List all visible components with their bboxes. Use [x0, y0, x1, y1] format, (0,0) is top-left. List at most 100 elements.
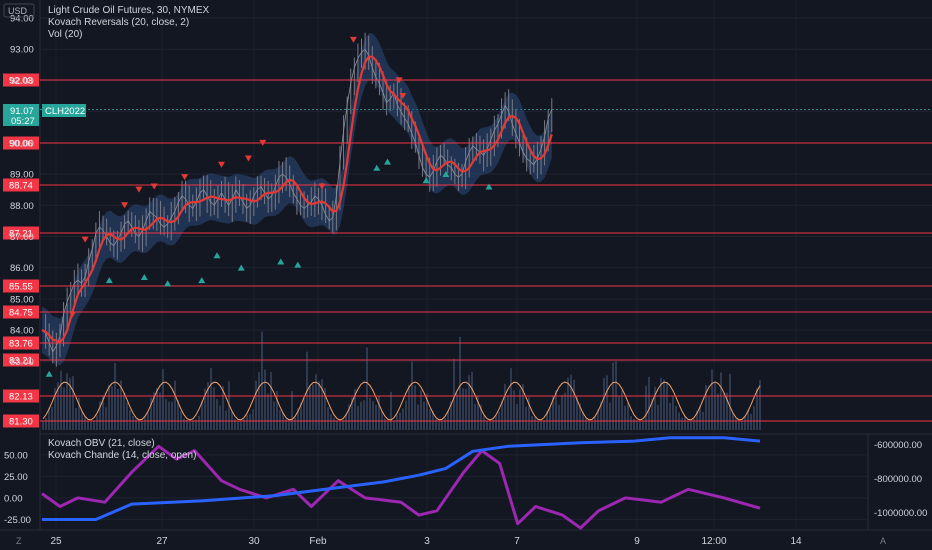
volume-bar [459, 336, 461, 430]
volume-bar [570, 374, 572, 430]
volume-bar [489, 421, 491, 430]
volume-bar [486, 420, 488, 430]
volume-bar [492, 420, 494, 430]
volume-bar [588, 421, 590, 430]
volume-bar [93, 420, 95, 430]
volume-bar [90, 421, 92, 430]
price-tick-label: 90.00 [10, 138, 34, 149]
volume-bar [594, 417, 596, 430]
volume-bar [333, 417, 335, 430]
chande-tick-label: 50.00 [4, 450, 28, 461]
volume-bar [603, 378, 605, 430]
level-tag-label: 82.13 [9, 392, 33, 403]
volume-bar [636, 420, 638, 430]
volume-bar [129, 410, 131, 430]
volume-bar [708, 396, 710, 430]
volume-bar [369, 397, 371, 430]
volume-bar [462, 388, 464, 430]
time-tick-label: 12:00 [701, 536, 726, 547]
level-tag-label: 83.76 [9, 339, 33, 350]
volume-bar [714, 383, 716, 430]
obv-tick-label: -1000000.00 [874, 508, 927, 519]
zoom-control-icon[interactable]: Z [16, 536, 22, 546]
volume-bar [456, 393, 458, 430]
volume-bar [483, 415, 485, 430]
volume-bar [396, 414, 398, 430]
volume-bar [363, 400, 365, 430]
volume-bar [288, 421, 290, 430]
volume-bar [87, 421, 89, 430]
volume-bar [255, 380, 257, 430]
volume-bar [192, 420, 194, 430]
volume-bar [693, 418, 695, 430]
volume-bar [159, 392, 161, 430]
price-tick-label: 88.00 [10, 201, 34, 212]
volume-bar [174, 380, 176, 430]
volume-bar [327, 407, 329, 430]
volume-bar [294, 417, 296, 430]
volume-bar [72, 376, 74, 430]
volume-bar [645, 385, 647, 430]
volume-bar [267, 393, 269, 430]
volume-bar [84, 416, 86, 430]
price-tick-label: 87.00 [10, 232, 34, 243]
volume-bar [96, 415, 98, 430]
volume-bar [675, 405, 677, 430]
volume-bar [609, 402, 611, 430]
time-tick-label: 25 [50, 536, 62, 547]
volume-bar [291, 391, 293, 430]
volume-bar [639, 421, 641, 430]
volume-bar [279, 410, 281, 430]
volume-bar [669, 402, 671, 430]
legend-kovach-obv: Kovach OBV (21, close) [48, 438, 155, 449]
symbol-label: CLH2022 [45, 106, 85, 117]
currency-label: USD [8, 6, 28, 16]
volume-bar [261, 331, 263, 430]
volume-bar [114, 363, 116, 430]
volume-bar [309, 386, 311, 430]
chande-tick-label: 0.00 [4, 493, 23, 504]
volume-bar [360, 401, 362, 430]
volume-bar [690, 421, 692, 430]
volume-bar [657, 404, 659, 430]
volume-bar [171, 401, 173, 430]
price-tick-label: 89.00 [10, 170, 34, 181]
volume-bar [525, 406, 527, 430]
volume-bar [453, 358, 455, 430]
time-tick-label: Feb [309, 536, 327, 547]
volume-bar [390, 391, 392, 430]
volume-bar [381, 410, 383, 430]
volume-bar [543, 420, 545, 430]
volume-bar [81, 410, 83, 430]
volume-bar [375, 404, 377, 430]
volume-bar [219, 405, 221, 430]
volume-bar [624, 405, 626, 430]
volume-bar [42, 421, 44, 430]
auto-scale-icon[interactable]: A [880, 536, 886, 546]
volume-bar [336, 420, 338, 430]
volume-bar [303, 398, 305, 430]
chande-tick-label: -25.00 [4, 515, 31, 526]
volume-bar [405, 400, 407, 430]
legend-instrument: Light Crude Oil Futures, 30, NYMEX [48, 5, 210, 16]
time-tick-label: 9 [634, 536, 640, 547]
time-tick-label: 14 [790, 536, 802, 547]
price-tick-label: 93.00 [10, 45, 34, 56]
volume-bar [144, 417, 146, 430]
volume-bar [393, 420, 395, 430]
volume-bar [225, 410, 227, 430]
volume-bar [729, 373, 731, 430]
volume-bar [717, 393, 719, 430]
price-chart[interactable]: 92.0390.0688.7487.2185.5584.7583.7683.21… [0, 0, 932, 550]
volume-bar [663, 379, 665, 430]
legend-indicator-reversals: Kovach Reversals (20, close, 2) [48, 17, 189, 28]
volume-bar [285, 418, 287, 430]
volume-bar [318, 381, 320, 430]
volume-bar [123, 392, 125, 430]
volume-bar [429, 408, 431, 430]
price-tick-label: 86.00 [10, 263, 34, 274]
volume-bar [567, 377, 569, 430]
volume-bar [618, 396, 620, 430]
bar-countdown: 05:27 [11, 116, 35, 127]
volume-bar [681, 417, 683, 430]
